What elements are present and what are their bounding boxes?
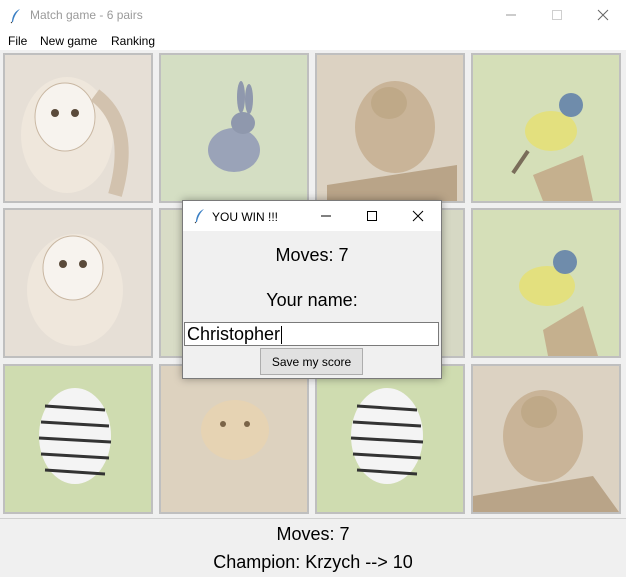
window-titlebar: Match game - 6 pairs bbox=[0, 0, 626, 30]
menu-bar: File New game Ranking bbox=[0, 30, 626, 50]
zebra-icon bbox=[317, 366, 463, 512]
card-rabbit[interactable] bbox=[159, 53, 309, 203]
bird-icon bbox=[473, 55, 619, 201]
feather-icon bbox=[194, 209, 204, 224]
card-owl[interactable] bbox=[3, 53, 153, 203]
close-icon bbox=[412, 210, 424, 222]
maximize-button[interactable] bbox=[534, 0, 580, 30]
lion-cub-icon bbox=[161, 366, 307, 512]
maximize-icon bbox=[367, 211, 377, 221]
card-zebra[interactable] bbox=[315, 364, 465, 514]
menu-item-file[interactable]: File bbox=[8, 34, 27, 48]
card-lion-cub[interactable] bbox=[159, 364, 309, 514]
text-caret bbox=[281, 326, 283, 345]
monkey-icon bbox=[473, 366, 619, 512]
close-icon bbox=[597, 9, 609, 21]
name-input[interactable]: Christopher bbox=[184, 322, 439, 346]
menu-item-ranking[interactable]: Ranking bbox=[111, 34, 155, 48]
card-zebra[interactable] bbox=[3, 364, 153, 514]
window-title: Match game - 6 pairs bbox=[30, 8, 143, 22]
card-bird[interactable] bbox=[471, 208, 621, 358]
save-score-button[interactable]: Save my score bbox=[260, 348, 363, 375]
rabbit-icon bbox=[161, 55, 307, 201]
owl-icon bbox=[5, 55, 151, 201]
dialog-title: YOU WIN !!! bbox=[212, 210, 278, 224]
card-bird[interactable] bbox=[471, 53, 621, 203]
minimize-icon bbox=[506, 14, 516, 16]
feather-icon bbox=[10, 9, 20, 24]
dialog-titlebar: YOU WIN !!! bbox=[183, 201, 441, 231]
dialog-close-button[interactable] bbox=[395, 201, 441, 231]
maximize-icon bbox=[552, 10, 562, 20]
card-owl[interactable] bbox=[3, 208, 153, 358]
dialog-maximize-button[interactable] bbox=[349, 201, 395, 231]
card-monkey[interactable] bbox=[471, 364, 621, 514]
dialog-moves: Moves: 7 bbox=[275, 245, 349, 265]
monkey-icon bbox=[317, 55, 463, 201]
dialog-minimize-button[interactable] bbox=[303, 201, 349, 231]
champion-label: Champion: Krzych --> 10 bbox=[213, 552, 413, 572]
minimize-button[interactable] bbox=[488, 0, 534, 30]
bird-icon bbox=[473, 210, 619, 356]
minimize-icon bbox=[321, 215, 331, 217]
close-button[interactable] bbox=[580, 0, 626, 30]
menu-item-new-game[interactable]: New game bbox=[40, 34, 97, 48]
status-panel: Moves: 7 Champion: Krzych --> 10 bbox=[0, 518, 626, 577]
zebra-icon bbox=[5, 366, 151, 512]
owl-icon bbox=[5, 210, 151, 356]
win-dialog: YOU WIN !!! Moves: 7 Your name: Christop… bbox=[182, 200, 442, 379]
name-input-value: Christopher bbox=[187, 324, 281, 344]
moves-counter: Moves: 7 bbox=[276, 524, 350, 544]
name-label: Your name: bbox=[266, 290, 358, 310]
card-monkey[interactable] bbox=[315, 53, 465, 203]
